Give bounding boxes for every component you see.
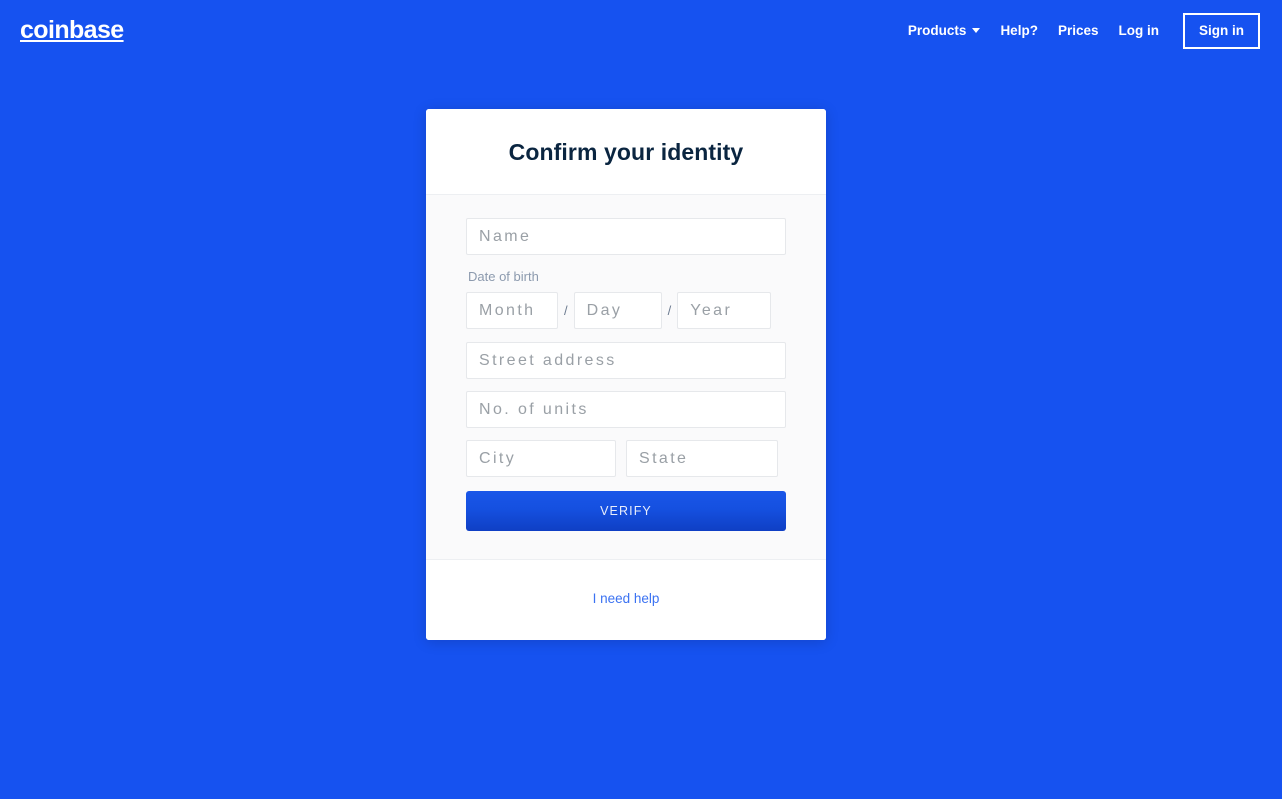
state-input[interactable] [626, 440, 778, 477]
nav-item-prices-label: Prices [1057, 23, 1099, 38]
card-footer: I need help [426, 560, 826, 640]
verify-button[interactable]: VERIFY [466, 491, 786, 531]
city-input[interactable] [466, 440, 616, 477]
nav-item-products[interactable]: Products [898, 16, 991, 46]
nav-item-login[interactable]: Log in [1109, 16, 1170, 46]
name-field-row [466, 218, 786, 255]
dob-separator-2: / [667, 303, 672, 318]
dob-day-input[interactable] [573, 292, 662, 329]
date-of-birth-label: Date of birth [468, 269, 539, 284]
dob-month-input[interactable] [466, 292, 558, 329]
identity-verification-card: Confirm your identity Date of birth / / … [426, 109, 826, 640]
identity-form: Date of birth / / VERIFY [426, 195, 826, 560]
city-state-row [466, 440, 786, 477]
date-of-birth-row: / / [466, 292, 786, 329]
coinbase-logo[interactable]: coinbase [20, 18, 124, 43]
page-title: Confirm your identity [508, 139, 744, 165]
name-input[interactable] [466, 218, 786, 255]
nav-item-login-label: Log in [1118, 23, 1160, 38]
nav-item-products-label: Products [907, 23, 967, 38]
sign-in-button[interactable]: Sign in [1183, 13, 1260, 49]
number-of-units-input[interactable] [466, 391, 786, 428]
card-header: Confirm your identity [426, 109, 826, 195]
nav-item-help[interactable]: Help? [990, 16, 1048, 46]
dob-separator-1: / [564, 303, 568, 318]
nav-item-help-label: Help? [1000, 23, 1038, 38]
street-address-input[interactable] [466, 342, 786, 379]
street-field-row [466, 342, 786, 379]
units-field-row [466, 391, 786, 428]
top-navigation-bar: coinbase Products Help? Prices Log in Si… [0, 0, 1282, 60]
chevron-down-icon [972, 28, 981, 34]
dob-year-input[interactable] [677, 292, 772, 329]
nav-item-prices[interactable]: Prices [1048, 16, 1109, 46]
need-help-link[interactable]: I need help [593, 591, 660, 606]
nav-links-group: Products Help? Prices Log in Sign in [898, 13, 1260, 49]
